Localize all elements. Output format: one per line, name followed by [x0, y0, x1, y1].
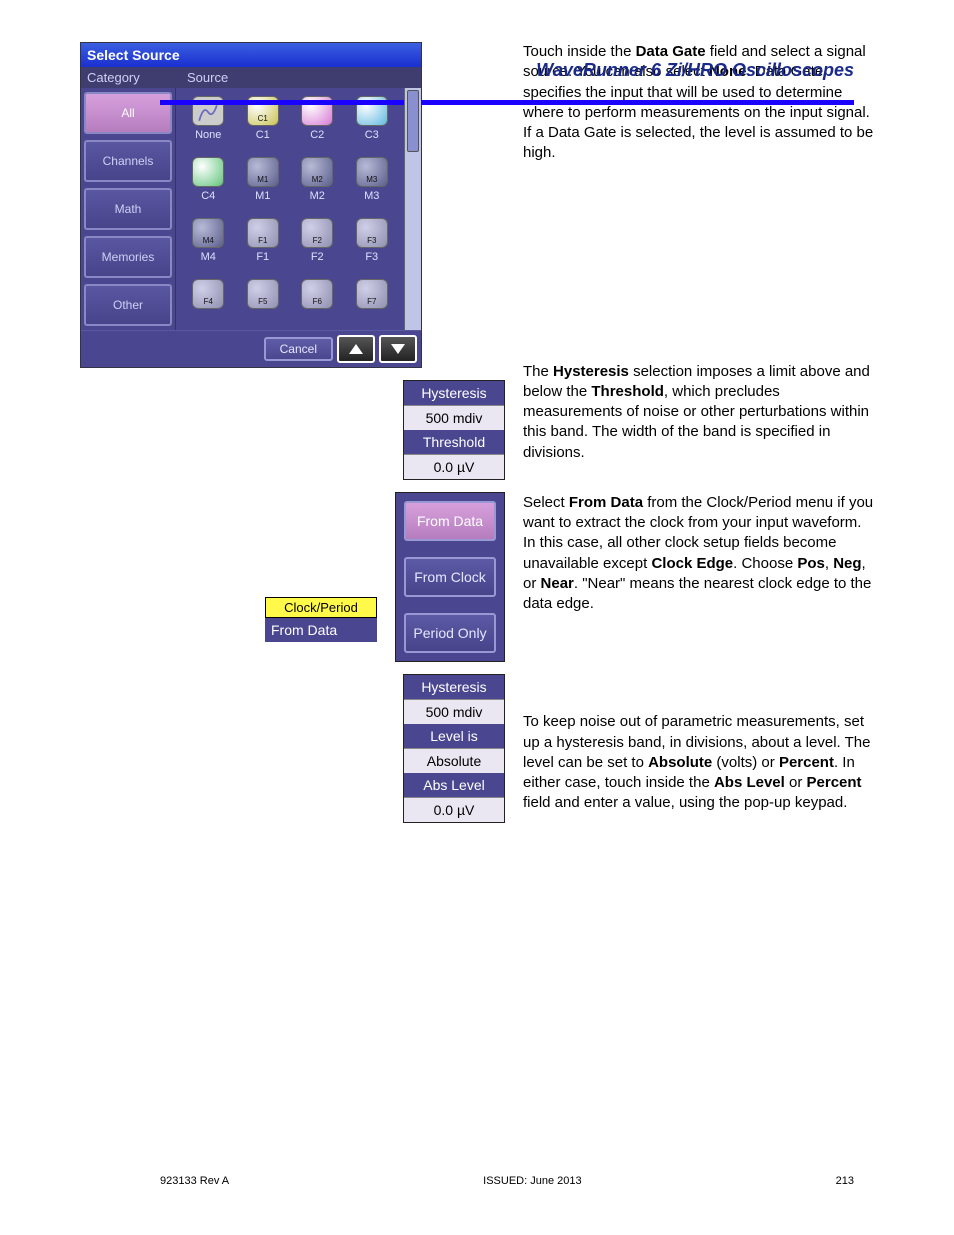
page-footer: 923133 Rev A ISSUED: June 2013 213: [160, 1175, 854, 1187]
clock-period-field: Clock/Period From Data: [265, 597, 377, 642]
source-f6[interactable]: F6: [293, 279, 342, 322]
source-f4[interactable]: F4: [184, 279, 233, 322]
scroll-up-button[interactable]: [337, 335, 375, 363]
source-f5[interactable]: F5: [239, 279, 288, 322]
source-m2[interactable]: M2M2: [293, 157, 342, 212]
abs-level-label: Abs Level: [404, 773, 504, 797]
category-memories-button[interactable]: Memories: [84, 236, 172, 278]
hysteresis2-value[interactable]: 500 mdiv: [404, 699, 504, 724]
threshold-label: Threshold: [404, 430, 504, 454]
hysteresis-threshold-block: Hysteresis 500 mdiv Threshold 0.0 µV: [403, 380, 505, 480]
source-m4[interactable]: M4M4: [184, 218, 233, 273]
cancel-button[interactable]: Cancel: [264, 337, 333, 361]
memory-icon: M3: [356, 157, 388, 187]
hysteresis-level-block: Hysteresis 500 mdiv Level is Absolute Ab…: [403, 674, 505, 823]
hysteresis-label: Hysteresis: [404, 381, 504, 405]
level-is-value[interactable]: Absolute: [404, 748, 504, 773]
clock-period-label: Clock/Period: [265, 597, 377, 618]
from-clock-button[interactable]: From Clock: [404, 557, 496, 597]
abs-level-value[interactable]: 0.0 µV: [404, 797, 504, 822]
header-rule: [160, 100, 854, 105]
para-hysteresis: The Hysteresis selection imposes a limit…: [523, 362, 874, 463]
source-f7[interactable]: F7: [348, 279, 397, 322]
subheader-source: Source: [181, 67, 421, 88]
threshold-value[interactable]: 0.0 µV: [404, 454, 504, 479]
dialog-subheader: Category Source: [81, 67, 421, 88]
scroll-down-button[interactable]: [379, 335, 417, 363]
math-icon: F1: [247, 218, 279, 248]
channel-icon: [192, 157, 224, 187]
subheader-category: Category: [81, 67, 181, 88]
source-f1[interactable]: F1F1: [239, 218, 288, 273]
source-scrollbar[interactable]: [404, 88, 421, 330]
clock-period-value[interactable]: From Data: [265, 618, 377, 642]
from-data-button[interactable]: From Data: [404, 501, 496, 541]
explanatory-text-column: Touch inside the Data Gate field and sel…: [523, 42, 874, 823]
para-level: To keep noise out of parametric measurem…: [523, 712, 874, 813]
math-icon: F6: [301, 279, 333, 309]
category-channels-button[interactable]: Channels: [84, 140, 172, 182]
category-column: All Channels Math Memories Other: [81, 88, 176, 330]
period-only-button[interactable]: Period Only: [404, 613, 496, 653]
source-f3[interactable]: F3F3: [348, 218, 397, 273]
math-icon: F5: [247, 279, 279, 309]
page-header-title: WaveRunner 6 Zi/HRO Oscilloscopes: [536, 60, 854, 81]
source-m1[interactable]: M1M1: [239, 157, 288, 212]
para-fromdata: Select From Data from the Clock/Period m…: [523, 493, 874, 615]
clock-period-options: From Data From Clock Period Only: [395, 492, 505, 662]
category-math-button[interactable]: Math: [84, 188, 172, 230]
footer-rev: 923133 Rev A: [160, 1175, 229, 1187]
footer-date: ISSUED: June 2013: [483, 1175, 581, 1187]
category-other-button[interactable]: Other: [84, 284, 172, 326]
memory-icon: M1: [247, 157, 279, 187]
math-icon: F2: [301, 218, 333, 248]
hysteresis2-label: Hysteresis: [404, 675, 504, 699]
level-is-label: Level is: [404, 724, 504, 748]
source-f2[interactable]: F2F2: [293, 218, 342, 273]
math-icon: F4: [192, 279, 224, 309]
select-source-dialog: Select Source Category Source All Channe…: [80, 42, 422, 368]
memory-icon: M4: [192, 218, 224, 248]
math-icon: F3: [356, 218, 388, 248]
source-m3[interactable]: M3M3: [348, 157, 397, 212]
source-grid: None C1C1 C2 C3 C4 M1M1 M2M2 M3M3 M4M4 F…: [176, 88, 404, 330]
source-c4[interactable]: C4: [184, 157, 233, 212]
math-icon: F7: [356, 279, 388, 309]
dialog-title: Select Source: [81, 43, 421, 67]
footer-page-number: 213: [836, 1175, 854, 1187]
hysteresis-value[interactable]: 500 mdiv: [404, 405, 504, 430]
memory-icon: M2: [301, 157, 333, 187]
category-all-button[interactable]: All: [84, 92, 172, 134]
